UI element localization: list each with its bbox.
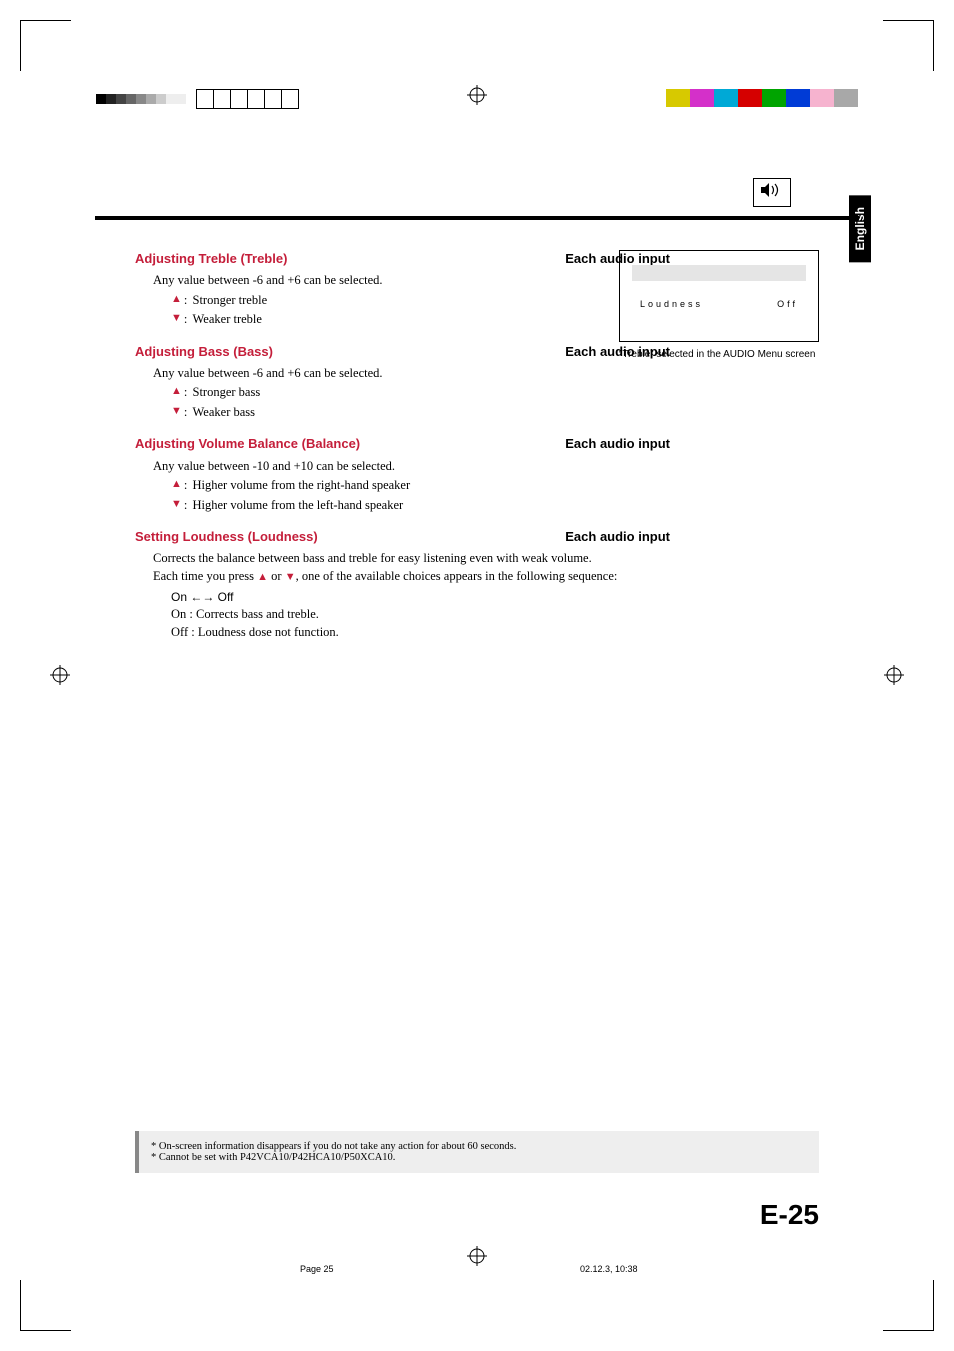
note-line: * On-screen information disappears if yo…	[151, 1141, 807, 1152]
heading-scope: Each audio input	[565, 528, 670, 546]
preview-caption: “Treble” selected in the AUDIO Menu scre…	[619, 348, 819, 361]
body-text: Any value between -6 and +6 can be selec…	[153, 365, 670, 383]
crop-mark	[20, 20, 71, 71]
control-down: ▼: Weaker treble	[171, 311, 670, 329]
osd-preview: Loudness Off	[619, 250, 819, 342]
registration-mark-icon	[884, 665, 904, 685]
body-text: Each time you press ▲ or ▼, one of the a…	[153, 568, 670, 586]
arrow-down-icon: ▼	[171, 404, 182, 419]
heading-text: Adjusting Bass (Bass)	[135, 343, 273, 361]
crop-mark	[20, 1280, 71, 1331]
heading-loudness: Setting Loudness (Loudness) Each audio i…	[135, 528, 670, 546]
language-tab: English	[849, 195, 871, 262]
notes-box: * On-screen information disappears if yo…	[135, 1131, 819, 1173]
registration-mark-icon	[467, 85, 487, 105]
arrow-down-icon: ▼	[171, 497, 182, 512]
menu-preview-box: Loudness Off “Treble” selected in the AU…	[619, 250, 819, 361]
control-label: Higher volume from the left-hand speaker	[193, 497, 404, 515]
page-number: E-25	[760, 1199, 819, 1231]
control-label: Weaker bass	[193, 404, 256, 422]
arrow-up-icon: ▲	[171, 477, 182, 492]
control-up: ▲: Stronger treble	[171, 292, 670, 310]
heading-text: Setting Loudness (Loudness)	[135, 528, 318, 546]
heading-scope: Each audio input	[565, 435, 670, 453]
main-content: Adjusting Treble (Treble) Each audio inp…	[135, 250, 670, 641]
heading-text: Adjusting Treble (Treble)	[135, 250, 287, 268]
arrow-up-icon: ▲	[171, 384, 182, 399]
control-label: Weaker treble	[193, 311, 262, 329]
control-up: ▲: Stronger bass	[171, 384, 670, 402]
control-label: Higher volume from the right-hand speake…	[193, 477, 411, 495]
on-description: On : Corrects bass and treble.	[171, 606, 670, 624]
grayscale-bars	[96, 89, 299, 109]
registration-mark-icon	[50, 665, 70, 685]
osd-label: Loudness	[640, 299, 703, 309]
off-description: Off : Loudness dose not function.	[171, 624, 670, 642]
control-up: ▲: Higher volume from the right-hand spe…	[171, 477, 670, 495]
body-text: Corrects the balance between bass and tr…	[153, 550, 670, 568]
osd-selection-highlight	[632, 265, 806, 281]
control-label: Stronger bass	[193, 384, 261, 402]
footer-timestamp: 02.12.3, 10:38	[580, 1264, 638, 1274]
body-text: Any value between -10 and +10 can be sel…	[153, 458, 670, 476]
speaker-icon	[753, 178, 791, 207]
control-down: ▼: Higher volume from the left-hand spea…	[171, 497, 670, 515]
osd-value: Off	[777, 299, 798, 309]
arrow-up-icon: ▲	[257, 571, 268, 583]
color-bars	[666, 89, 858, 107]
heading-bass: Adjusting Bass (Bass) Each audio input	[135, 343, 670, 361]
arrow-up-icon: ▲	[171, 292, 182, 307]
footer-page: Page 25	[300, 1264, 334, 1274]
header-rule	[95, 216, 859, 220]
registration-mark-icon	[467, 1246, 487, 1266]
note-line: * Cannot be set with P42VCA10/P42HCA10/P…	[151, 1152, 807, 1163]
crop-mark	[883, 1280, 934, 1331]
heading-text: Adjusting Volume Balance (Balance)	[135, 435, 360, 453]
heading-treble: Adjusting Treble (Treble) Each audio inp…	[135, 250, 670, 268]
arrow-down-icon: ▼	[171, 311, 182, 326]
arrow-down-icon: ▼	[285, 571, 296, 583]
control-down: ▼: Weaker bass	[171, 404, 670, 422]
heading-balance: Adjusting Volume Balance (Balance) Each …	[135, 435, 670, 453]
body-text: Any value between -6 and +6 can be selec…	[153, 272, 670, 290]
toggle-sequence: On ←→ Off	[171, 589, 670, 606]
control-label: Stronger treble	[193, 292, 268, 310]
crop-mark	[883, 20, 934, 71]
